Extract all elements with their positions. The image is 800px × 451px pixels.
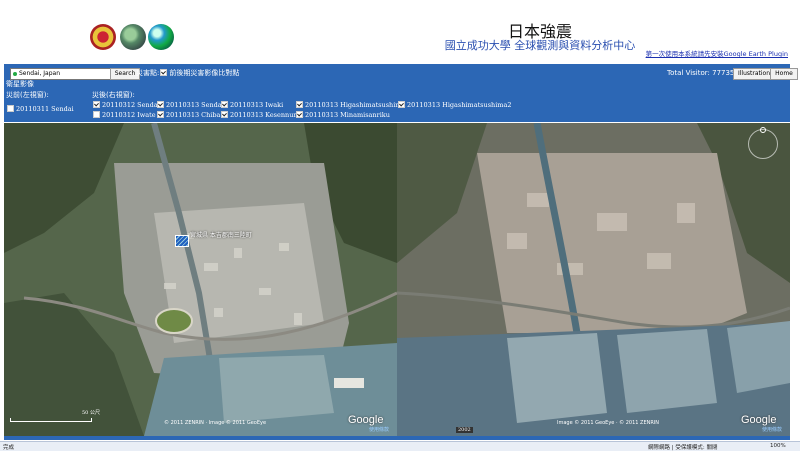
checkbox[interactable]: [398, 100, 405, 108]
after-option[interactable]: 20110313 Sendai: [156, 100, 224, 109]
search-icon: [13, 71, 17, 76]
scale-bar: [10, 418, 92, 422]
control-panel: Sendai, Japan Search 災害點: 前後期災害影像比對點 Tota…: [4, 64, 798, 122]
checkbox[interactable]: [221, 110, 228, 118]
google-logo: Google: [741, 414, 777, 426]
after-option[interactable]: 20110313 Higashimatsushima: [295, 100, 405, 109]
satellite-section-label: 衛星影像: [6, 80, 34, 88]
after-option[interactable]: 20110313 Higashimatsushima2: [397, 100, 511, 109]
compare-prefix: 災害點:: [136, 69, 160, 77]
map-copyright: Image © 2011 GeoEye · © 2011 ZENRIN: [557, 420, 660, 426]
observation-center-logo: [120, 24, 146, 50]
home-button[interactable]: Home: [770, 68, 798, 80]
checkbox[interactable]: [157, 100, 164, 108]
radio-checkbox[interactable]: [7, 104, 14, 112]
map-copyright: © 2011 ZENRIN · Image © 2011 GeoEye: [164, 420, 267, 426]
scale-label: 50 公尺: [82, 410, 100, 416]
compare-checkbox[interactable]: [160, 68, 168, 76]
navigation-control[interactable]: [748, 127, 778, 159]
checkbox[interactable]: [157, 110, 164, 118]
checkbox[interactable]: [296, 110, 303, 118]
before-option-sendai[interactable]: 20110311 Sendai: [6, 104, 74, 113]
checkbox[interactable]: [221, 100, 228, 108]
install-plugin-link[interactable]: 第一次使用本系統請先安裝Google Earth Plugin: [646, 48, 788, 58]
before-satellite-map[interactable]: 宮城県 本吉郡南三陸町 50 公尺 © 2011 ZENRIN · Image …: [4, 123, 397, 436]
placemark-icon[interactable]: [175, 235, 189, 247]
zoom-level[interactable]: 100%: [770, 443, 786, 449]
after-option[interactable]: 20110313 Iwaki: [220, 100, 283, 109]
checkbox[interactable]: [93, 100, 100, 108]
before-imagery: [4, 123, 397, 436]
imagery-year-badge: 2002: [456, 427, 473, 433]
google-logo: Google: [348, 414, 384, 426]
visitor-counter: Total Visitor: 77735: [667, 69, 735, 77]
compare-toggle[interactable]: 災害點: 前後期災害影像比對點: [136, 68, 239, 78]
globe-logo: [148, 24, 174, 50]
terms-link[interactable]: 使用條款: [369, 426, 389, 433]
illustration-button[interactable]: Illustration: [733, 68, 775, 80]
page-subtitle: 國立成功大學 全球觀測與資料分析中心: [444, 39, 636, 52]
search-value: Sendai, Japan: [19, 70, 61, 77]
after-section-label: 災後(右視窗):: [92, 91, 135, 99]
after-option[interactable]: 20110312 Sendai: [92, 100, 160, 109]
university-seal-logo: [90, 24, 116, 50]
page-header: 日本強震 國立成功大學 全球觀測與資料分析中心 第一次使用本系統請先安裝Goog…: [0, 0, 800, 64]
checkbox[interactable]: [93, 110, 100, 118]
before-section-label: 災前(左視窗):: [6, 91, 49, 99]
checkbox[interactable]: [296, 100, 303, 108]
after-option[interactable]: 20110313 Minamisanriku: [295, 110, 390, 119]
after-option[interactable]: 20110313 Chiba: [156, 110, 220, 119]
after-satellite-map[interactable]: Image © 2011 GeoEye · © 2011 ZENRIN Goog…: [397, 123, 790, 436]
after-option[interactable]: 20110312 Iwate: [92, 110, 156, 119]
after-imagery: [397, 123, 790, 436]
placemark-label: 宮城県 本吉郡南三陸町: [190, 232, 252, 239]
footer-strip: [4, 436, 790, 440]
after-option[interactable]: 20110313 Kesennuma: [220, 110, 303, 119]
terms-link[interactable]: 使用條款: [762, 426, 782, 433]
compare-label: 前後期災害影像比對點: [169, 69, 240, 77]
